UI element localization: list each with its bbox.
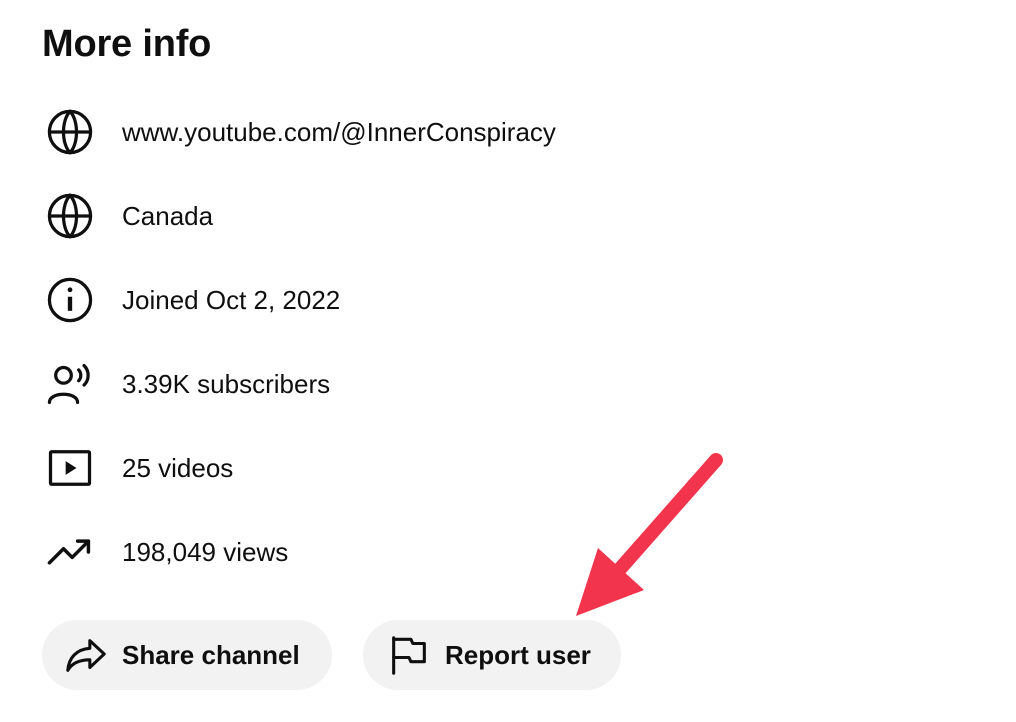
info-row-website[interactable]: www.youtube.com/@InnerConspiracy [42,102,556,162]
view-count-text: 198,049 views [122,537,289,567]
info-row-views: 198,049 views [42,522,288,582]
globe-icon [42,188,98,244]
video-icon [42,440,98,496]
report-user-button[interactable]: Report user [363,620,621,690]
share-icon [62,631,110,679]
joined-date-text: Joined Oct 2, 2022 [122,285,341,315]
share-channel-button[interactable]: Share channel [42,620,332,690]
flag-icon [385,631,433,679]
info-row-subscribers: 3.39K subscribers [42,354,330,414]
website-link[interactable]: www.youtube.com/@InnerConspiracy [122,115,556,149]
country-text: Canada [122,201,214,231]
trending-icon [42,524,98,580]
subscriber-count-text: 3.39K subscribers [122,369,331,399]
report-user-label: Report user [445,639,591,670]
info-row-videos: 25 videos [42,438,233,498]
share-channel-label: Share channel [122,639,300,670]
subscribers-icon [42,356,98,412]
info-row-joined: Joined Oct 2, 2022 [42,270,340,330]
video-count-text: 25 videos [122,453,234,483]
section-title: More info [42,23,212,65]
info-row-country: Canada [42,186,213,246]
info-icon [42,272,98,328]
globe-icon [42,104,98,160]
